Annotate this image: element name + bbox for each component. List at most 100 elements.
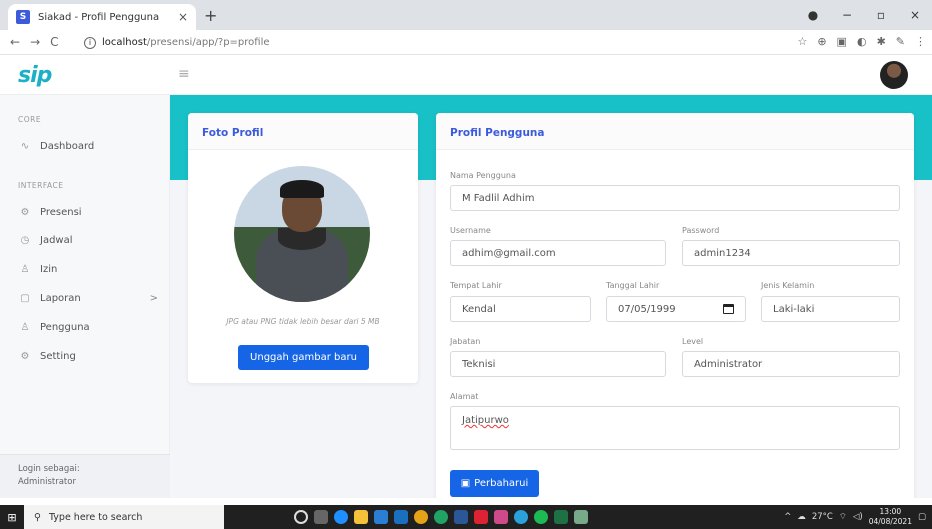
submit-button-label: Perbaharui [474,478,529,489]
app-icon[interactable] [494,510,508,524]
upload-hint: JPG atau PNG tidak lebih besar dari 5 MB [226,317,380,326]
submit-button[interactable]: ▣ Perbaharui [450,470,539,497]
cortana-icon[interactable] [294,510,308,524]
bookmark-star-icon[interactable]: ☆ [797,35,807,48]
extensions-area: ☆ ⊕ ▣ ◐ ✱ ✎ ⋮ [797,35,926,48]
tanggal-lahir-value: 07/05/1999 [618,303,676,315]
close-window-button[interactable]: × [898,8,932,22]
favicon-icon: S [16,10,30,24]
url-field[interactable]: i localhost/presensi/app/?p=profile [84,33,664,52]
profile-dot-icon[interactable]: ● [796,8,830,22]
windows-start-icon[interactable]: ⊞ [0,505,24,529]
more-menu-icon[interactable]: ⋮ [915,35,926,48]
restore-button[interactable]: ▫ [864,8,898,22]
sidebar-item-label: Laporan [40,293,81,304]
jenis-kelamin-input[interactable]: Laki-laki [761,296,900,322]
temperature[interactable]: 27°C [812,512,833,522]
excel-icon[interactable] [554,510,568,524]
info-icon[interactable]: i [84,36,96,49]
url-host: localhost [102,37,147,48]
spotify-icon[interactable] [534,510,548,524]
tempat-lahir-label: Tempat Lahir [450,281,502,290]
sidebar-item-presensi[interactable]: ⚙ Presensi [18,207,158,218]
password-input[interactable]: admin1234 [682,240,900,266]
sidebar-item-label: Dashboard [40,141,95,152]
address-bar-row: ← → C i localhost/presensi/app/?p=profil… [0,30,932,55]
photo-card: Foto Profil JPG atau PNG tidak lebih bes… [188,113,418,383]
mail-icon[interactable] [394,510,408,524]
sidebar-item-jadwal[interactable]: ◷ Jadwal [18,235,158,246]
tanggal-lahir-input[interactable]: 07/05/1999 [606,296,746,322]
chrome-icon[interactable] [414,510,428,524]
store-icon[interactable] [374,510,388,524]
taskbar-apps [294,510,588,524]
level-input[interactable]: Administrator [682,351,900,377]
extension-icon[interactable]: ▣ [837,35,847,48]
calendar-icon[interactable] [723,304,734,314]
taskbar: ⊞ ⚲ Type here to search ^ ☁ 27°C ⌔ ◁) 13… [0,505,932,529]
extension-icon[interactable]: ✎ [896,35,905,48]
app-icon[interactable] [474,510,488,524]
password-label: Password [682,226,720,235]
username-label: Username [450,226,491,235]
forward-icon[interactable]: → [30,35,40,49]
alamat-value: Jatipurwo [462,415,509,426]
clock[interactable]: 13:00 04/08/2021 [869,507,912,527]
clock-icon: ◷ [20,235,30,246]
file-icon: ▢ [20,293,30,304]
alamat-textarea[interactable]: Jatipurwo [450,406,900,450]
nama-input[interactable]: M Fadlil Adhim [450,185,900,211]
new-tab-button[interactable]: + [204,6,217,25]
reload-icon[interactable]: C [50,35,58,49]
tab-close-icon[interactable]: × [178,10,188,24]
user-plus-icon: ♙ [20,264,30,275]
upload-photo-button[interactable]: Unggah gambar baru [238,345,369,370]
system-tray: ^ ☁ 27°C ⌔ ◁) 13:00 04/08/2021 ▢ [784,505,926,529]
app-icon[interactable] [434,510,448,524]
network-icon[interactable]: ⌔ [839,512,847,522]
extension-icon[interactable]: ◐ [857,35,867,48]
tempat-lahir-input[interactable]: Kendal [450,296,591,322]
section-label-core: CORE [18,115,42,124]
tab-title: Siakad - Profil Pengguna [38,11,160,23]
profile-photo [234,166,370,302]
telegram-icon[interactable] [514,510,528,524]
level-label: Level [682,337,704,346]
sidebar-footer: Login sebagai: Administrator [0,454,170,498]
main-content: Foto Profil JPG atau PNG tidak lebih bes… [170,95,932,498]
sidebar-item-dashboard[interactable]: ∿ Dashboard [18,141,158,152]
users-icon: ♙ [20,322,30,333]
word-icon[interactable] [454,510,468,524]
activity-icon: ∿ [20,141,30,152]
sidebar-item-pengguna[interactable]: ♙ Pengguna [18,322,158,333]
browser-tab[interactable]: S Siakad - Profil Pengguna × [8,4,196,30]
volume-icon[interactable]: ◁) [853,512,863,522]
jabatan-input[interactable]: Teknisi [450,351,666,377]
sidebar-item-izin[interactable]: ♙ Izin [18,264,158,275]
sidebar-item-setting[interactable]: ⚙ Setting [18,351,158,362]
tanggal-lahir-label: Tanggal Lahir [606,281,660,290]
back-icon[interactable]: ← [10,35,20,49]
edge-icon[interactable] [334,510,348,524]
weather-icon[interactable]: ☁ [797,512,806,522]
extension-icon[interactable]: ⊕ [817,35,826,48]
nama-label: Nama Pengguna [450,171,516,180]
minimize-button[interactable]: − [830,8,864,22]
app-logo[interactable]: sip [18,63,52,88]
sidebar-item-laporan[interactable]: ▢ Laporan > [18,293,158,304]
task-view-icon[interactable] [314,510,328,524]
chevron-up-icon[interactable]: ^ [784,512,791,522]
file-explorer-icon[interactable] [354,510,368,524]
username-input[interactable]: adhim@gmail.com [450,240,666,266]
avatar[interactable] [880,61,908,89]
notification-icon[interactable]: ▢ [918,512,926,522]
taskbar-search-placeholder: Type here to search [48,511,143,523]
chevron-right-icon: > [149,293,158,304]
app-topbar: sip ≡ [0,55,932,95]
menu-toggle-icon[interactable]: ≡ [178,66,190,82]
app-icon[interactable] [574,510,588,524]
taskbar-search[interactable]: ⚲ Type here to search [24,505,224,529]
alamat-label: Alamat [450,392,479,401]
puzzle-icon[interactable]: ✱ [877,35,886,48]
clock-time: 13:00 [879,507,902,516]
